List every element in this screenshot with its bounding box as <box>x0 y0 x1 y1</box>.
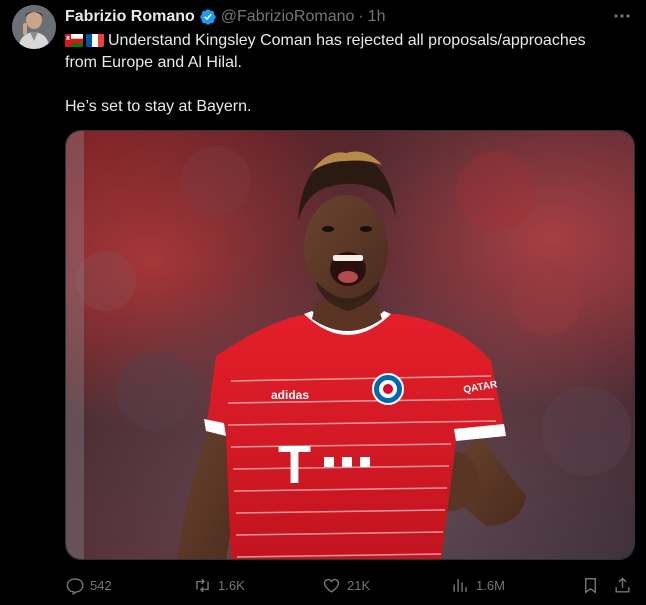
reply-button[interactable]: 542 <box>65 571 112 599</box>
handle[interactable]: @FabrizioRomano <box>221 6 355 28</box>
france-flag-icon <box>86 33 104 47</box>
tweet[interactable]: Fabrizio Romano @FabrizioRomano · 1h Und… <box>0 0 646 605</box>
tweet-text-line-2: from Europe and Al Hilal. <box>65 54 242 71</box>
bookmark-button[interactable] <box>581 571 600 599</box>
tweet-media-photo[interactable]: adidas T QATAR <box>65 130 635 560</box>
retweet-button[interactable]: 1.6K <box>193 571 245 599</box>
reply-count: 542 <box>90 577 112 593</box>
avatar[interactable] <box>12 5 56 49</box>
retweet-count: 1.6K <box>218 577 245 593</box>
jersey-brand: adidas <box>271 388 309 402</box>
like-button[interactable]: 21K <box>322 571 370 599</box>
bookmark-icon <box>585 577 596 594</box>
retweet-icon <box>196 578 209 592</box>
oman-flag-icon <box>65 33 83 47</box>
separator-dot: · <box>358 8 364 25</box>
tweet-text-line-1: Understand Kingsley Coman has rejected a… <box>108 32 586 49</box>
tweet-text: Understand Kingsley Coman has rejected a… <box>65 30 635 118</box>
verified-badge-icon <box>199 8 217 26</box>
jersey-sponsor-letter: T <box>278 435 311 495</box>
tweet-line-1: Understand Kingsley Coman has rejected a… <box>65 30 635 52</box>
views-button[interactable]: 1.6M <box>451 571 505 599</box>
share-button[interactable] <box>613 571 632 599</box>
view-count: 1.6M <box>476 577 505 593</box>
tweet-actions: 542 1.6K 21K 1.6M <box>65 571 635 599</box>
share-icon <box>615 576 630 593</box>
reply-icon <box>66 577 84 595</box>
timestamp[interactable]: 1h <box>368 6 386 28</box>
tweet-text-line-3: He’s set to stay at Bayern. <box>65 98 252 115</box>
views-chart-icon <box>453 578 467 592</box>
display-name[interactable]: Fabrizio Romano <box>65 6 195 28</box>
like-count: 21K <box>347 577 371 593</box>
heart-icon <box>323 578 340 593</box>
tweet-header: Fabrizio Romano @FabrizioRomano · 1h <box>65 6 386 28</box>
more-icon[interactable] <box>612 6 632 26</box>
